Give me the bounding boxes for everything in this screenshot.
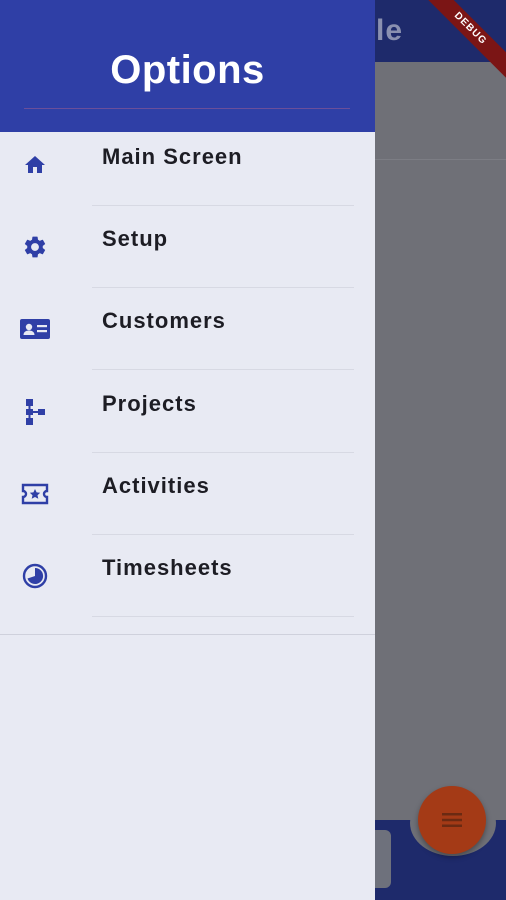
clock-icon <box>20 561 50 591</box>
header-divider <box>24 108 350 109</box>
bottom-bar-button[interactable] <box>375 830 391 888</box>
menu-item-label: Main Screen <box>102 144 243 169</box>
menu-item-activities[interactable]: Activities <box>0 453 375 535</box>
divider <box>92 616 354 617</box>
content-divider <box>375 159 506 160</box>
menu-item-label: Activities <box>102 473 210 498</box>
menu-item-projects[interactable]: Projects <box>0 371 375 453</box>
gear-icon <box>20 232 50 262</box>
menu-item-label: Projects <box>102 391 197 416</box>
menu-item-timesheets[interactable]: Timesheets <box>0 535 375 617</box>
app-title: le <box>376 14 404 47</box>
drawer-section-divider <box>0 634 375 635</box>
home-icon <box>20 150 50 180</box>
menu-item-label: Customers <box>102 308 226 333</box>
contact-card-icon <box>20 314 50 344</box>
ticket-star-icon <box>20 479 50 509</box>
menu-item-label: Setup <box>102 226 169 251</box>
drawer-header: Options <box>0 0 375 132</box>
menu-item-label: Timesheets <box>102 555 233 580</box>
navigation-drawer: Options Main Screen Setup Customers Proj… <box>0 0 375 900</box>
drawer-title: Options <box>110 48 265 92</box>
menu-icon <box>442 813 462 827</box>
menu-fab-button[interactable] <box>418 786 486 854</box>
hierarchy-icon <box>20 397 50 427</box>
menu-item-setup[interactable]: Setup <box>0 206 375 288</box>
divider <box>92 369 354 370</box>
menu-item-main-screen[interactable]: Main Screen <box>0 124 375 206</box>
menu-item-customers[interactable]: Customers <box>0 288 375 370</box>
